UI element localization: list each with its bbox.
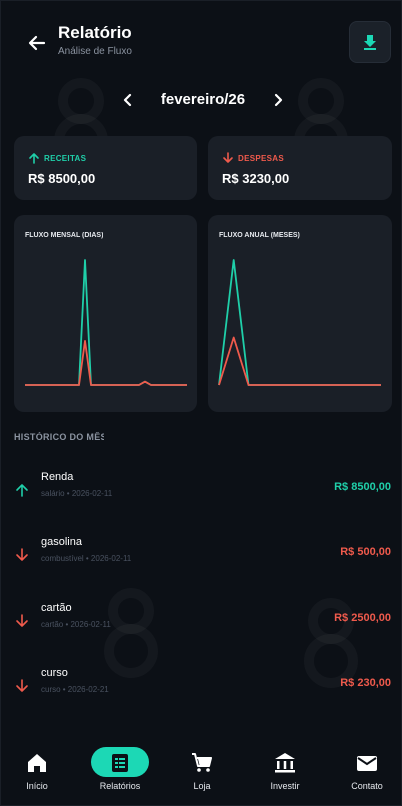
bank-icon bbox=[275, 753, 295, 773]
transaction-row[interactable]: curso curso • 2026-02-21 R$ 230,00 bbox=[1, 667, 401, 717]
download-icon bbox=[364, 35, 376, 50]
transaction-amount: R$ 230,00 bbox=[340, 677, 391, 689]
bottom-navigation: Início Relatórios Loja Investir Contato bbox=[1, 733, 401, 805]
history-title: HISTÓRICO DO MÊS bbox=[14, 432, 104, 442]
expense-value: R$ 3230,00 bbox=[222, 171, 290, 186]
cart-icon bbox=[192, 753, 212, 772]
monthly-chart-plot bbox=[25, 259, 187, 386]
income-label: RECEITAS bbox=[44, 154, 87, 163]
nav-item-contato[interactable]: Contato bbox=[327, 747, 401, 795]
previous-month-button[interactable] bbox=[117, 89, 139, 111]
nav-label: Relatórios bbox=[99, 781, 141, 791]
arrow-down-icon bbox=[223, 152, 233, 163]
annual-flow-chart: FLUXO ANUAL (MESES) bbox=[208, 215, 392, 412]
transaction-meta: salário • 2026-02-11 bbox=[41, 489, 113, 498]
expense-summary-card: DESPESAS R$ 3230,00 bbox=[208, 136, 392, 200]
transaction-meta: curso • 2026-02-21 bbox=[41, 685, 109, 694]
transaction-row[interactable]: Renda salário • 2026-02-11 R$ 8500,00 bbox=[1, 471, 401, 521]
annual-chart-plot bbox=[218, 259, 381, 386]
arrow-left-icon bbox=[28, 35, 46, 51]
nav-label: Loja bbox=[193, 781, 211, 791]
transaction-name: cartão bbox=[41, 602, 72, 614]
app-screen: Relatório Análise de Fluxo fevereiro/26 … bbox=[0, 0, 402, 806]
transaction-amount: R$ 2500,00 bbox=[334, 612, 391, 624]
current-month-label: fevereiro/26 bbox=[160, 91, 246, 108]
expense-series-line bbox=[25, 340, 187, 386]
arrow-down-icon bbox=[16, 679, 28, 692]
income-value: R$ 8500,00 bbox=[28, 171, 96, 186]
monthly-flow-chart: FLUXO MENSAL (DIAS) bbox=[14, 215, 197, 412]
arrow-down-icon bbox=[16, 548, 28, 561]
transaction-amount: R$ 8500,00 bbox=[334, 481, 391, 493]
arrow-down-icon bbox=[16, 614, 28, 627]
transaction-meta: combustível • 2026-02-11 bbox=[41, 554, 132, 563]
transaction-name: curso bbox=[41, 667, 68, 679]
home-icon bbox=[28, 754, 46, 772]
transaction-name: gasolina bbox=[41, 536, 82, 548]
page-title: Relatório bbox=[58, 23, 132, 42]
transaction-amount: R$ 500,00 bbox=[340, 546, 391, 558]
nav-item-investir[interactable]: Investir bbox=[245, 747, 325, 795]
download-button[interactable] bbox=[349, 21, 391, 63]
nav-item-inicio[interactable]: Início bbox=[1, 747, 77, 795]
transaction-meta: cartão • 2026-02-11 bbox=[41, 620, 111, 629]
transaction-row[interactable]: gasolina combustível • 2026-02-11 R$ 500… bbox=[1, 536, 401, 586]
transaction-name: Renda bbox=[41, 471, 74, 483]
arrow-up-icon bbox=[29, 153, 39, 164]
transaction-row[interactable]: cartão cartão • 2026-02-11 R$ 2500,00 bbox=[1, 602, 401, 652]
chevron-left-icon bbox=[123, 93, 132, 107]
expense-label: DESPESAS bbox=[238, 154, 284, 163]
arrow-up-icon bbox=[16, 484, 28, 497]
nav-item-relatorios[interactable]: Relatórios bbox=[80, 747, 160, 795]
nav-label: Investir bbox=[270, 781, 300, 791]
income-summary-card: RECEITAS R$ 8500,00 bbox=[14, 136, 197, 200]
nav-label: Início bbox=[26, 781, 48, 791]
next-month-button[interactable] bbox=[267, 89, 289, 111]
app-header: Relatório Análise de Fluxo bbox=[1, 1, 401, 71]
report-icon bbox=[112, 754, 128, 772]
chevron-right-icon bbox=[274, 93, 283, 107]
mail-icon bbox=[357, 756, 377, 771]
page-subtitle: Análise de Fluxo bbox=[58, 46, 132, 57]
income-series-line bbox=[25, 259, 187, 386]
month-selector: fevereiro/26 bbox=[1, 85, 401, 115]
nav-item-loja[interactable]: Loja bbox=[162, 747, 242, 795]
nav-label: Contato bbox=[351, 781, 383, 791]
back-button[interactable] bbox=[23, 29, 51, 57]
